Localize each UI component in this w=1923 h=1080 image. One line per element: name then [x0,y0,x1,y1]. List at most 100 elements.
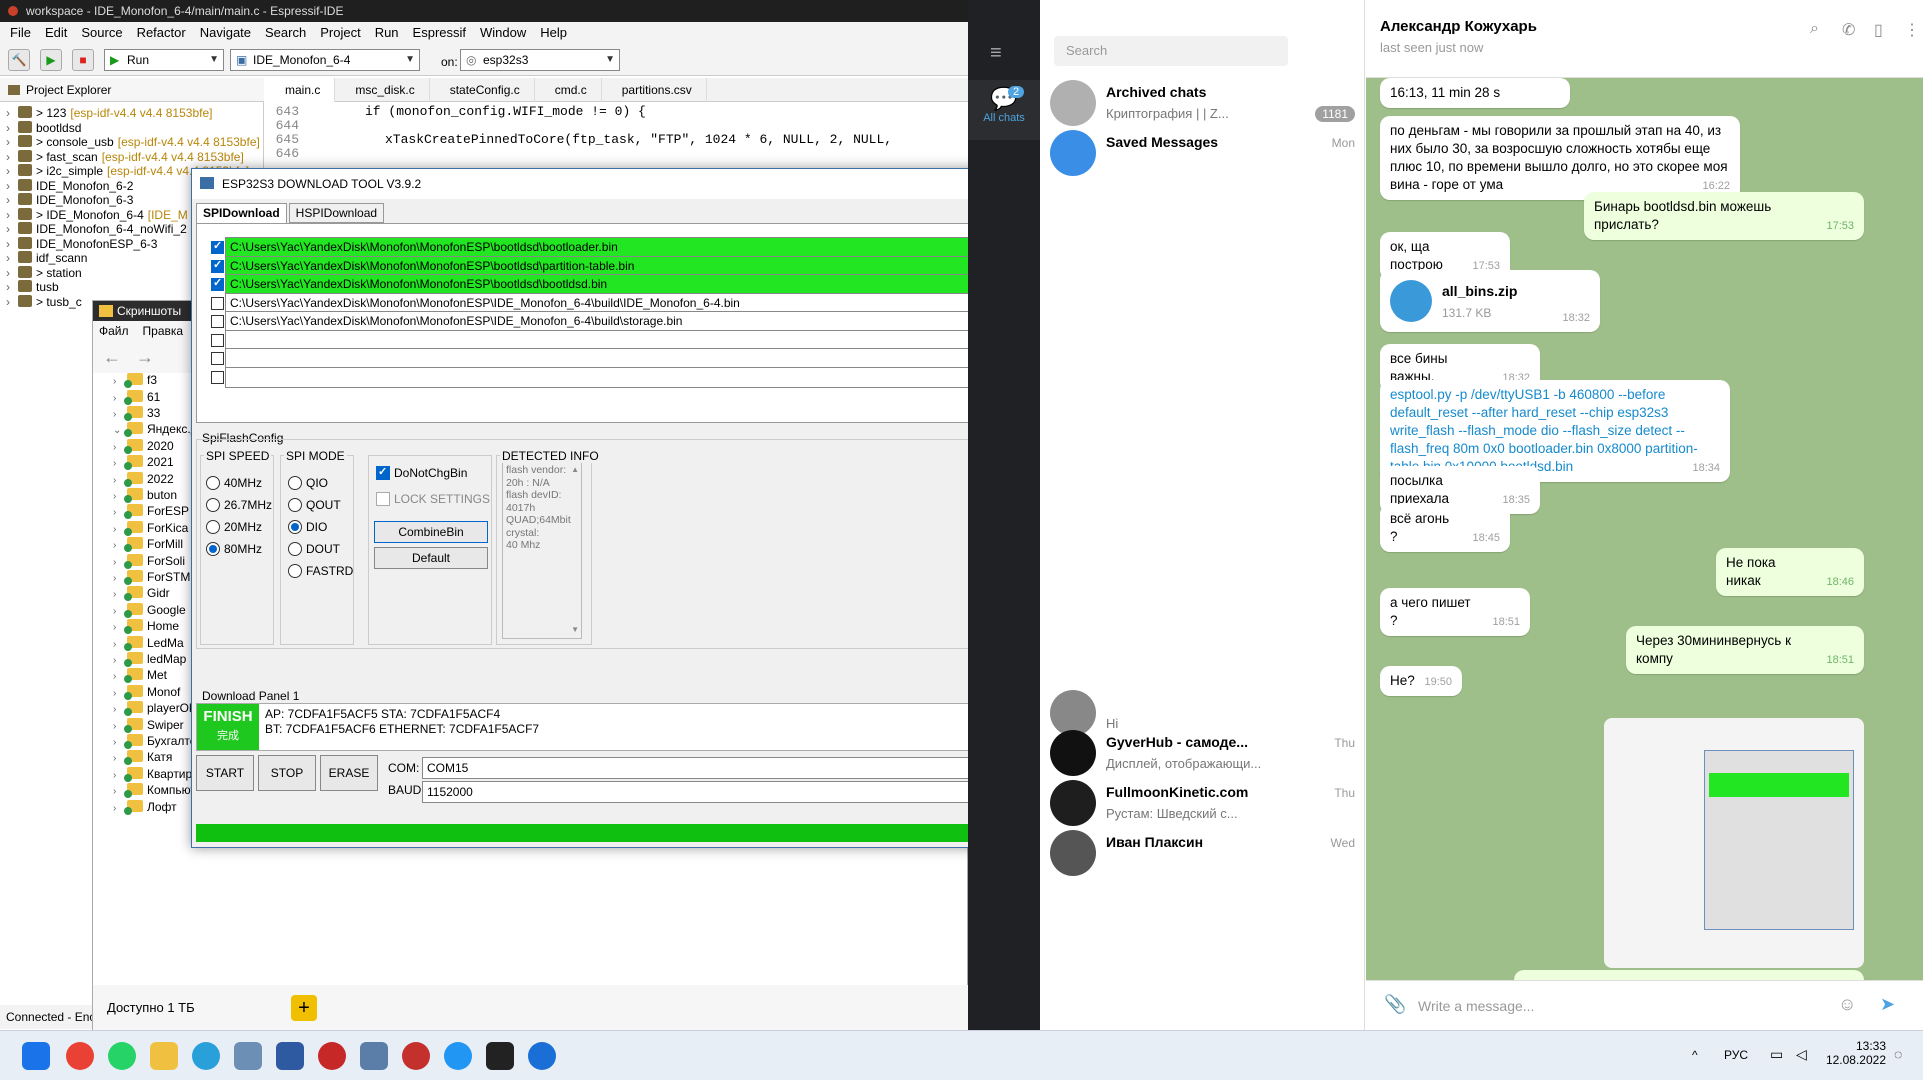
clock[interactable]: 13:33 12.08.2022 [1822,1039,1886,1067]
network-tool-icon[interactable] [360,1042,388,1070]
back-arrow-icon[interactable]: ← [103,347,121,367]
tab-hspidownload[interactable]: HSPIDownload [288,203,385,223]
start-icon[interactable] [22,1042,50,1070]
chat-message-in[interactable]: всё агонь ? 18:45 [1380,504,1510,552]
scroll-up-icon[interactable]: ▲ [571,464,579,477]
donotchgbin-checkbox[interactable]: DoNotChgBin [376,464,467,481]
chat-message-in[interactable]: all_bins.zip 131.7 KB 18:32 [1380,270,1600,332]
language-indicator[interactable]: РУС [1724,1048,1748,1062]
menu-espressif[interactable]: Espressif [413,22,466,44]
default-button[interactable]: Default [374,547,488,569]
chat-message-out[interactable]: Бинарь bootldsd.bin можешь прислать? 17:5… [1584,192,1864,240]
start-button[interactable]: START [196,755,254,791]
menu-project[interactable]: Project [320,22,360,44]
combinebin-button[interactable]: CombineBin [374,521,488,543]
project-explorer-tab[interactable]: Project Explorer [0,78,264,102]
radio-dio[interactable]: DIO [288,519,327,535]
file-enable-checkbox[interactable] [211,352,224,365]
file-enable-checkbox[interactable] [211,296,224,310]
file-name[interactable]: all_bins.zip [1442,282,1517,300]
notification-icon[interactable]: ◌ [1894,1046,1902,1062]
chat-message-in[interactable]: 16:13, 11 min 28 s [1380,78,1570,108]
menu-window[interactable]: Window [480,22,526,44]
terminal-icon[interactable] [486,1042,514,1070]
project-select[interactable]: ▣ IDE_Monofon_6-4 ▼ [230,49,420,71]
tab-spidownload[interactable]: SPIDownload [196,203,287,223]
search-input[interactable]: Search [1054,36,1288,66]
menu-search[interactable]: Search [265,22,306,44]
more-icon[interactable]: ⋮ [1904,20,1920,40]
chat-message-out[interactable]: Не пока никак 18:46 [1716,548,1864,596]
tab-cmd-c[interactable]: cmd.c [535,78,602,102]
file-enable-checkbox[interactable] [211,333,224,347]
phone-icon[interactable]: ✆ [1842,20,1855,40]
app-icon[interactable] [234,1042,262,1070]
erase-button[interactable]: ERASE [320,755,378,791]
emoji-icon[interactable]: ☺ [1838,994,1856,1015]
contact-name[interactable]: Александр Кожухарь [1380,18,1537,35]
chat-message-in[interactable]: Не? 19:50 [1380,666,1462,696]
file-enable-checkbox[interactable] [211,258,224,273]
tab-stateconfig-c[interactable]: stateConfig.c [430,78,535,102]
chat-message-out[interactable]: Через 30мининвернусь к компу 18:51 [1626,626,1864,674]
menu-source[interactable]: Source [81,22,122,44]
radio-26-7mhz[interactable]: 26.7MHz [206,497,272,513]
chat-list-item[interactable]: Saved Messages Mon [1040,120,1365,182]
file-enable-checkbox[interactable] [211,239,224,254]
chat-list-item[interactable]: Иван Плаксин Wed [1040,820,1365,882]
chrome-icon[interactable] [66,1042,94,1070]
espressif-ide-icon[interactable] [528,1042,556,1070]
file-enable-checkbox[interactable] [211,276,224,291]
chat-message-in[interactable]: а чего пишет ? 18:51 [1380,588,1530,636]
radio-40mhz[interactable]: 40MHz [206,475,262,491]
expand-chevron-icon[interactable]: › [6,293,18,311]
menu-refactor[interactable]: Refactor [137,22,186,44]
radio-qout[interactable]: QOUT [288,497,341,513]
file-enable-checkbox[interactable] [211,315,224,328]
speaker-icon[interactable]: ◁ [1796,1046,1807,1063]
build-hammer-icon[interactable]: 🔨 [8,49,30,71]
menu-run[interactable]: Run [375,22,399,44]
radio-icon[interactable] [402,1042,430,1070]
sidebar-icon[interactable]: ▯ [1874,20,1883,40]
tab-msc-disk-c[interactable]: msc_disk.c [335,78,430,102]
radio-qio[interactable]: QIO [288,475,328,491]
file-explorer-icon[interactable] [150,1042,178,1070]
menu-edit-ru[interactable]: Правка [143,321,184,341]
radio-80mhz[interactable]: 80MHz [206,541,262,557]
whatsapp-icon[interactable] [108,1042,136,1070]
radio-fastrd[interactable]: FASTRD [288,563,353,579]
monitor-icon[interactable]: ▭ [1770,1046,1783,1063]
send-icon[interactable]: ➤ [1880,994,1895,1015]
punto-switcher-icon[interactable] [276,1042,304,1070]
search-icon[interactable]: ⌕ [1810,20,1819,38]
add-icon[interactable]: + [291,995,317,1021]
stop-icon[interactable]: ■ [72,49,94,71]
launch-icon[interactable]: ▶ [40,49,62,71]
hamburger-menu-icon[interactable]: ≡ [990,42,1002,65]
chevron-up-icon[interactable]: ^ [1692,1048,1698,1062]
bug-icon[interactable] [318,1042,346,1070]
tab-main-c[interactable]: main.c [265,78,336,102]
file-enable-checkbox[interactable] [211,370,224,384]
telegram-icon[interactable] [192,1042,220,1070]
lock-settings-checkbox[interactable]: LOCK SETTINGS [376,491,490,507]
menu-edit[interactable]: Edit [45,22,67,44]
menu-file-ru[interactable]: Файл [99,321,129,341]
gear-icon[interactable] [444,1042,472,1070]
attach-icon[interactable]: 📎 [1384,994,1406,1015]
menu-file[interactable]: File [10,22,31,44]
run-mode-select[interactable]: ▶ Run ▼ [104,49,224,71]
radio-dout[interactable]: DOUT [288,541,340,557]
tab-partitions-csv[interactable]: partitions.csv [602,78,707,102]
menu-help[interactable]: Help [540,22,567,44]
project-tree-item[interactable]: › > tusb_c [6,293,82,311]
menu-navigate[interactable]: Navigate [200,22,251,44]
file-icon[interactable] [1390,280,1432,322]
forward-arrow-icon[interactable]: → [136,347,154,367]
stop-button[interactable]: STOP [258,755,316,791]
screenshot-image[interactable] [1604,718,1864,968]
folder-tree-item[interactable]: › Лофт [113,797,177,817]
chat-message-in[interactable]: по деньгам - мы говорили за прошлый этап… [1380,116,1740,200]
target-select[interactable]: ◎ esp32s3 ▼ [460,49,620,71]
